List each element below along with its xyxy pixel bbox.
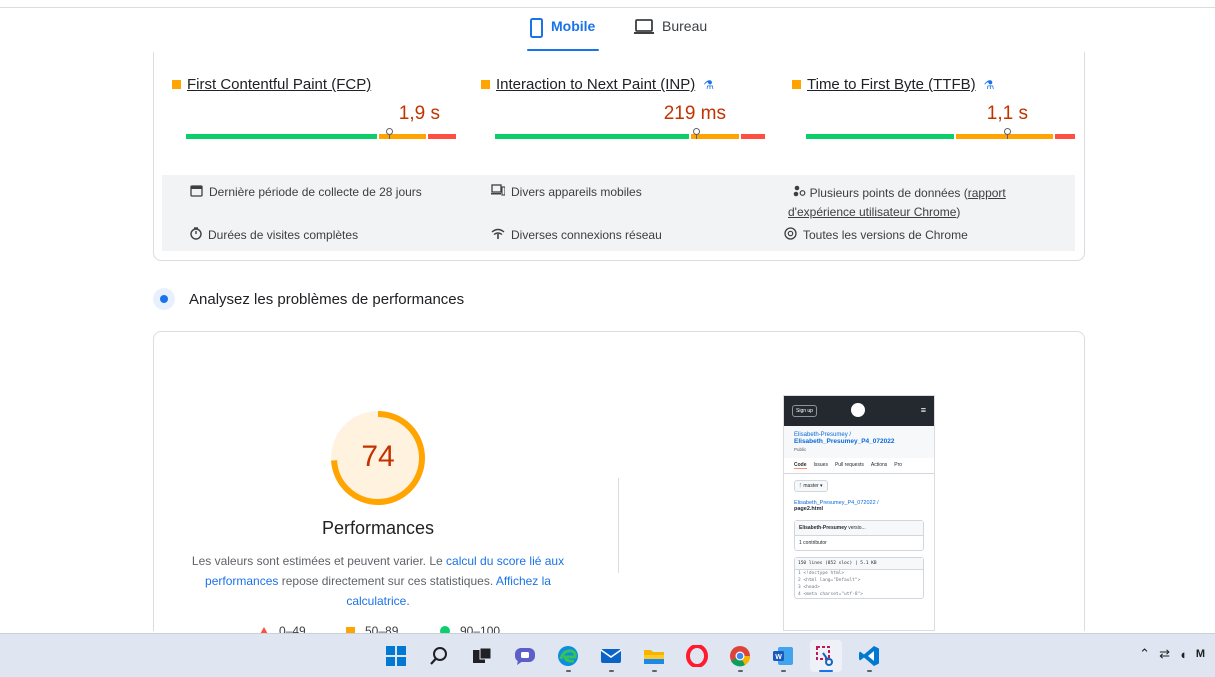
thumb-code-view: 150 lines (852 sloc) | 5.1 KB 1 <!doctyp… <box>794 557 924 599</box>
collection-datapoints: Plusieurs points de données (rapport d'e… <box>788 185 1006 219</box>
average-status-square <box>172 80 181 89</box>
average-status-square <box>481 80 490 89</box>
crux-report-link-cont[interactable]: d'expérience utilisateur Chrome <box>788 205 956 219</box>
section-title: Analysez les problèmes de performances <box>189 290 465 308</box>
metric-fcp-marker <box>386 128 393 139</box>
snipping-tool-icon[interactable] <box>810 640 842 672</box>
devices-icon <box>491 184 506 199</box>
thumb-repo-name: Elisabeth_Presumey_P4_072022 <box>794 438 895 445</box>
edge-icon[interactable] <box>552 640 584 672</box>
active-tab-indicator <box>527 49 599 51</box>
laptop-icon <box>634 18 654 39</box>
lab-data-icon <box>153 288 175 310</box>
task-view-icon[interactable] <box>466 640 498 672</box>
page-screenshot-thumbnail: Sign up ≡ Elisabeth-Presumey / Elisabeth… <box>783 395 935 631</box>
windows-taskbar: W ⌃ ⇄ ◖ M <box>0 633 1215 677</box>
metric-fcp: First Contentful Paint (FCP) 1,9 s <box>172 76 456 139</box>
collection-devices: Divers appareils mobiles <box>491 184 642 199</box>
thumb-visibility: Public <box>794 447 807 452</box>
thumb-commit-box: Elisabeth-Presumey versio... 1 contribut… <box>794 520 924 551</box>
tab-desktop[interactable]: Bureau <box>634 18 707 52</box>
chrome-icon[interactable] <box>724 640 756 672</box>
datapoints-icon <box>793 185 810 200</box>
github-logo-icon <box>851 403 865 417</box>
thumb-repo-nav: Code Issues Pull requests Actions Pro <box>784 458 934 474</box>
crux-report-link[interactable]: rapport <box>968 186 1006 200</box>
thumb-signup-button: Sign up <box>792 405 817 417</box>
mail-icon[interactable] <box>595 640 627 672</box>
metric-ttfb-value: 1,1 s <box>986 103 1028 124</box>
performance-title: Performances <box>321 518 435 538</box>
metric-ttfb-link[interactable]: Time to First Byte (TTFB) <box>807 76 976 93</box>
metric-ttfb: Time to First Byte (TTFB) ⚗ 1,1 s <box>792 76 1075 139</box>
tab-mobile-label: Mobile <box>551 18 596 34</box>
windows-start-icon[interactable] <box>380 640 412 672</box>
chevron-up-icon[interactable]: ⌃ <box>1139 646 1150 662</box>
hamburger-menu-icon: ≡ <box>920 405 926 415</box>
volume-off-icon[interactable]: ◖ <box>1179 647 1187 662</box>
diagnose-section-heading: Analysez les problèmes de performances <box>153 288 464 310</box>
card-divider <box>618 478 619 573</box>
calendar-icon <box>190 184 203 200</box>
performance-description: Les valeurs sont estimées et peuvent var… <box>191 554 565 608</box>
word-icon[interactable]: W <box>767 640 799 672</box>
input-indicator-icon[interactable]: M <box>1196 648 1205 660</box>
thumb-branch-button: ᚴ master ▾ <box>794 480 828 492</box>
file-explorer-icon[interactable] <box>638 640 670 672</box>
chrome-outline-icon <box>784 227 797 243</box>
network-icon[interactable]: ⇄ <box>1159 646 1170 662</box>
smartphone-icon <box>530 18 543 41</box>
experimental-flask-icon: ⚗ <box>983 77 995 92</box>
collection-period: Dernière période de collecte de 28 jours <box>190 184 422 200</box>
average-status-square <box>792 80 801 89</box>
search-icon[interactable] <box>423 640 455 672</box>
metric-fcp-link[interactable]: First Contentful Paint (FCP) <box>187 76 371 93</box>
experimental-flask-icon: ⚗ <box>703 77 715 92</box>
thumb-file-path: Elisabeth_Presumey_P4_072022 /page2.html <box>794 500 879 512</box>
metric-inp-link[interactable]: Interaction to Next Paint (INP) <box>496 76 695 93</box>
metric-fcp-distribution-bar <box>186 128 456 139</box>
top-divider <box>0 7 1215 8</box>
metric-inp-distribution-bar <box>495 128 765 139</box>
timer-icon <box>190 227 202 243</box>
system-tray: ⌃ ⇄ ◖ M <box>1139 646 1205 662</box>
metric-ttfb-marker <box>1004 128 1011 139</box>
collection-durations: Durées de visites complètes <box>190 227 358 243</box>
wifi-icon <box>491 227 505 242</box>
metric-fcp-value: 1,9 s <box>398 103 440 124</box>
collection-chrome: Toutes les versions de Chrome <box>784 227 968 243</box>
svg-text:W: W <box>775 654 782 661</box>
metric-inp: Interaction to Next Paint (INP) ⚗ 219 ms <box>481 76 765 139</box>
metric-inp-marker <box>693 128 700 139</box>
tab-desktop-label: Bureau <box>662 18 708 34</box>
performance-score: 74 <box>361 440 395 473</box>
opera-icon[interactable] <box>681 640 713 672</box>
collection-network: Diverses connexions réseau <box>491 227 662 242</box>
chat-icon[interactable] <box>509 640 541 672</box>
device-tabs: Mobile Bureau <box>0 18 1215 52</box>
vscode-icon[interactable] <box>853 640 885 672</box>
tab-mobile[interactable]: Mobile <box>530 18 595 52</box>
metric-ttfb-distribution-bar <box>806 128 1075 139</box>
metric-inp-value: 219 ms <box>663 103 726 124</box>
